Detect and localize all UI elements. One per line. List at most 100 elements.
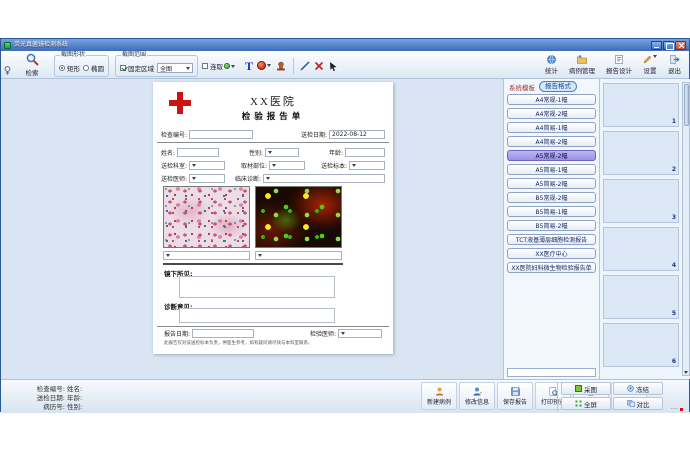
radio-ellipse[interactable]: 椭圆 [83,63,104,73]
tab-system-template[interactable]: 系统模板 [509,82,535,92]
scroll-down-icon[interactable] [684,371,688,374]
color-picker[interactable] [224,63,235,69]
image-slot[interactable]: 3 [603,179,679,223]
send-physician-select[interactable] [189,174,225,183]
save-report-button[interactable]: 保存报告 [497,382,533,410]
specimen-select[interactable] [349,161,385,170]
radio-rectangle[interactable]: 矩形 [59,63,80,73]
image-caption-selects [163,251,343,260]
chevron-down-icon [352,164,356,167]
sidebar-bottom-field[interactable] [507,368,596,377]
send-date-input[interactable]: 2022-08-12 [329,130,385,139]
minimize-icon[interactable] [651,41,662,50]
fluorescence-image[interactable] [255,186,342,248]
template-item[interactable]: XX医疗中心 [507,248,596,259]
test-physician-select[interactable] [338,329,382,338]
delete-tool-icon[interactable] [314,61,324,71]
status-note-text: ····· [671,407,678,412]
report-title: 检验报告单 [153,110,393,122]
checkbox-fixed-area[interactable]: 固定区域 [120,63,154,73]
template-item-selected[interactable]: A5常规-2幅 [507,150,596,161]
micro-findings-textarea[interactable] [179,276,335,298]
exam-number-input[interactable] [189,130,253,139]
template-item[interactable]: B5常规-2幅 [507,192,596,203]
stamp-tool-icon[interactable] [275,60,287,72]
pin-icon[interactable] [3,52,12,77]
template-item[interactable]: A4常规-1幅 [507,94,596,105]
row-specimen: 送检科室: 取材部位: 送检标本: [161,160,385,170]
template-item[interactable]: A4简易-2幅 [507,136,596,147]
save-report-label: 保存报告 [503,397,527,406]
clinical-dx-select[interactable] [263,174,385,183]
image-slot[interactable]: 5 [603,275,679,319]
marker-tool[interactable] [257,61,271,70]
chevron-down-icon [272,164,276,167]
tab-report-format[interactable]: 报告格式 [539,81,577,92]
freeze-label: 冻结 [636,384,649,394]
capture-image-button[interactable]: 采图 [561,382,611,395]
checkbox-continuous[interactable]: 连取 [202,61,223,71]
capture-image-label: 采图 [584,384,597,394]
image1-caption-select[interactable] [163,251,250,260]
thumbnail-scrollbar[interactable] [682,82,690,376]
divider [557,383,558,411]
modify-info-button[interactable]: 修改信息 [459,382,495,410]
search-button[interactable]: 检索 [12,53,52,77]
settings-button[interactable]: 设置 [639,54,661,76]
exit-button[interactable]: 退出 [664,54,685,76]
chevron-down-icon [166,254,170,257]
image-slot[interactable]: 1 [603,83,679,127]
freeze-button[interactable]: 冻结 [613,382,663,395]
section-divider [163,263,343,265]
template-item[interactable]: TCT液基薄层细胞检测报告 [507,234,596,245]
name-input[interactable] [177,148,219,157]
info-name-label: 姓名: [67,383,137,392]
dept-select[interactable] [189,161,225,170]
gender-select[interactable] [265,148,299,157]
report-design-button[interactable]: 报告设计 [602,54,636,76]
close-icon[interactable] [675,41,686,50]
image2-caption-select[interactable] [255,251,342,260]
line-tool-icon[interactable] [300,61,310,71]
chevron-down-icon [258,254,262,257]
gender-label: 性别: [249,148,263,157]
exam-number-label: 检查编号: [161,130,187,139]
radio-rectangle-label: 矩形 [67,63,80,73]
template-item[interactable]: B5简易-1幅 [507,206,596,217]
maximize-icon[interactable] [663,41,674,50]
checkbox-continuous-label: 连取 [210,61,223,71]
image-slot[interactable]: 6 [603,323,679,367]
fullscreen-button[interactable]: 全屏 [561,397,611,410]
document-canvas: XX医院 检验报告单 检查编号: 送检日期: 2022-08-12 姓名: 性别… [1,79,504,379]
diagnosis-textarea[interactable] [179,308,335,323]
compare-button[interactable]: 对比 [613,397,663,410]
scope-select[interactable]: 全图 [157,63,193,73]
template-item[interactable]: B5简易-2幅 [507,220,596,231]
case-management-button[interactable]: 病例管理 [565,54,599,76]
template-item[interactable]: A5简易-1幅 [507,164,596,175]
scrollbar-thumb[interactable] [684,84,689,126]
pointer-tool-icon[interactable] [328,61,338,71]
histology-image[interactable] [163,186,250,248]
text-tool-icon[interactable]: T [245,60,253,72]
age-input[interactable] [345,148,385,157]
scope-select-value: 全图 [160,64,172,73]
row-patient: 姓名: 性别: 年龄: [161,147,385,157]
screenshot-stage: 荧光真菌镜检测系统 检索 截图形状 矩形 [0,0,690,460]
template-item[interactable]: XX医院妇科微生物检验报告单 [507,262,596,273]
template-item[interactable]: A5简易-2幅 [507,178,596,189]
statistics-button[interactable]: 统计 [541,54,562,76]
site-select[interactable] [269,161,305,170]
template-item[interactable]: A4常规-2幅 [507,108,596,119]
report-date-input[interactable] [192,329,254,338]
image-slot[interactable]: 2 [603,131,679,175]
new-case-button[interactable]: 新建病例 [421,382,457,410]
toolbar: 检索 截图形状 矩形 椭圆 截图范围 固定区域 [1,51,689,79]
image-slot[interactable]: 4 [603,227,679,271]
template-item[interactable]: A4简易-1幅 [507,122,596,133]
capture-shape-group: 截图形状 矩形 椭圆 [54,55,109,77]
case-management-label: 病例管理 [569,65,595,75]
checkbox-fixed-area-label: 固定区域 [128,63,154,73]
thumbnail-panel: 1 2 3 4 5 6 [600,79,690,379]
name-label: 姓名: [161,148,175,157]
